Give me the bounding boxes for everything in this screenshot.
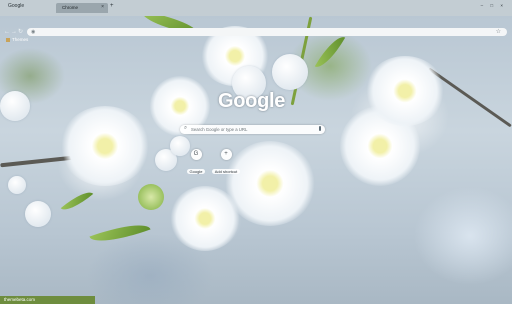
flower-bud <box>8 176 26 194</box>
status-url: themebeta.com <box>4 297 36 302</box>
search-icon: ⌕ <box>184 125 188 131</box>
google-logo: Google <box>218 90 286 112</box>
bookmark-label: Themes <box>12 37 29 42</box>
microphone-icon[interactable] <box>319 126 321 131</box>
google-g-icon: G <box>190 149 202 160</box>
leaf <box>60 186 94 216</box>
search-placeholder: Search Google or type a URL <box>191 127 248 132</box>
leaf <box>138 184 164 210</box>
star-icon[interactable]: ☆ <box>496 28 501 35</box>
background-wallpaper <box>0 16 512 304</box>
reload-icon[interactable]: ↻ <box>18 27 23 37</box>
forward-arrow-icon[interactable]: → <box>11 27 17 37</box>
bookmarks-bar: Themes <box>0 37 512 45</box>
blossom <box>170 186 240 251</box>
address-bar[interactable]: ◉ ☆ <box>27 28 507 36</box>
shortcut-label: Google <box>186 169 206 174</box>
title-bar: Google Chrome × + – □ × <box>0 0 512 16</box>
tab-label: Chrome <box>62 5 79 10</box>
shortcut-add[interactable]: + Add shortcut <box>206 149 246 178</box>
shortcut-label: Add shortcut <box>211 169 241 174</box>
plus-icon: + <box>220 149 232 160</box>
flower-bud <box>0 91 30 121</box>
bookmark-themes[interactable]: Themes <box>6 37 28 42</box>
leaf <box>89 216 151 250</box>
close-icon[interactable]: × <box>101 4 104 10</box>
info-icon[interactable]: ◉ <box>31 29 35 35</box>
window-title: Google <box>8 3 25 9</box>
search-input[interactable]: ⌕ Search Google or type a URL <box>180 125 325 134</box>
status-bar: themebeta.com <box>0 296 95 304</box>
new-tab-button[interactable]: + <box>110 3 114 9</box>
window-controls[interactable]: – □ × <box>481 3 506 8</box>
folder-icon <box>6 37 10 42</box>
tab-chrome[interactable]: Chrome × <box>56 3 108 13</box>
flower-bud <box>272 54 308 90</box>
flower-bud <box>25 201 51 227</box>
back-arrow-icon[interactable]: ← <box>4 27 10 37</box>
toolbar: ← → ↻ ◉ ☆ <box>0 27 512 37</box>
blossom <box>60 106 150 186</box>
blossom <box>365 56 445 126</box>
